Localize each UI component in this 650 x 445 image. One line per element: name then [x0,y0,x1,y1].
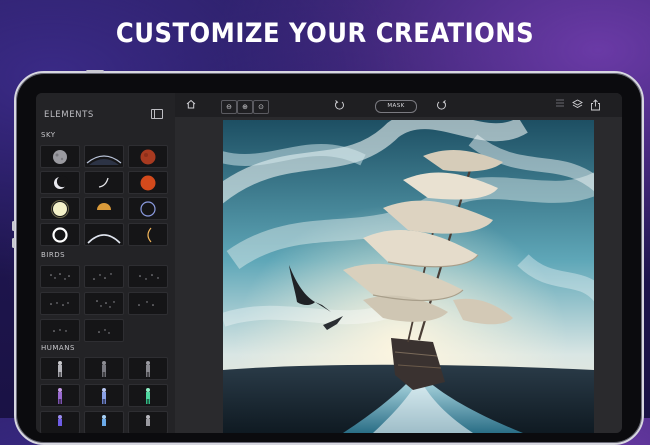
human-item[interactable] [40,411,80,433]
sky-item-crescent-moon-thin[interactable] [84,171,124,194]
device-top-button [86,70,104,73]
menu-icon[interactable] [553,99,566,111]
bird-item[interactable] [84,292,124,315]
tablet-frame: ELEMENTS SKY BIRDS HUMANS ⊖ ⊕ ⊙ MASK [12,70,644,445]
human-item[interactable] [84,384,124,407]
bird-item[interactable] [40,265,80,288]
sky-item-red-moon[interactable] [128,145,168,168]
toolbar: ⊖ ⊕ ⊙ MASK [175,93,622,117]
section-label-humans: HUMANS [41,344,75,352]
humans-grid [40,357,168,433]
human-item[interactable] [40,384,80,407]
sky-grid [40,145,168,246]
birds-grid [40,265,168,342]
section-label-birds: BIRDS [41,251,66,259]
sky-item-bright-ring[interactable] [40,223,80,246]
bird-item[interactable] [128,292,168,315]
home-icon[interactable] [184,99,197,111]
bird-item[interactable] [84,265,124,288]
elements-sidebar: ELEMENTS SKY BIRDS HUMANS [36,93,175,433]
human-item[interactable] [84,411,124,433]
human-item[interactable] [84,357,124,380]
human-item[interactable] [128,384,168,407]
headline: CUSTOMIZE YOUR CREATIONS [115,18,535,49]
sky-item-moon[interactable] [40,145,80,168]
sky-item-eclipse-ring[interactable] [128,197,168,220]
bird-item[interactable] [40,292,80,315]
sidebar-toggle-icon[interactable] [151,109,163,119]
human-item[interactable] [128,411,168,433]
device-side-button [12,221,15,231]
app-screen: ELEMENTS SKY BIRDS HUMANS ⊖ ⊕ ⊙ MASK [36,93,622,433]
artwork-canvas[interactable] [223,120,594,433]
zoom-fit-icon[interactable]: ⊙ [253,100,269,114]
bird-item[interactable] [40,319,80,342]
sky-item-sun[interactable] [40,197,80,220]
zoom-out-icon[interactable]: ⊖ [221,100,237,114]
sky-item-crescent-moon[interactable] [40,171,80,194]
sky-item-arc-horizon[interactable] [84,223,124,246]
bird-item[interactable] [84,319,124,342]
zoom-in-icon[interactable]: ⊕ [237,100,253,114]
sky-item-golden-planet[interactable] [84,197,124,220]
human-item[interactable] [128,357,168,380]
sidebar-title: ELEMENTS [44,110,94,120]
human-item[interactable] [40,357,80,380]
sky-item-planet-horizon[interactable] [84,145,124,168]
sky-item-orange-sun[interactable] [128,171,168,194]
editor-area: ⊖ ⊕ ⊙ MASK [175,93,622,433]
bird-item[interactable] [128,265,168,288]
mask-button[interactable]: MASK [375,100,417,113]
device-side-button [12,238,15,248]
section-label-sky: SKY [41,131,56,139]
share-icon[interactable] [589,99,602,111]
layers-icon[interactable] [571,99,584,111]
sky-item-ring-edge[interactable] [128,223,168,246]
redo-icon[interactable] [435,99,448,111]
undo-icon[interactable] [333,99,346,111]
